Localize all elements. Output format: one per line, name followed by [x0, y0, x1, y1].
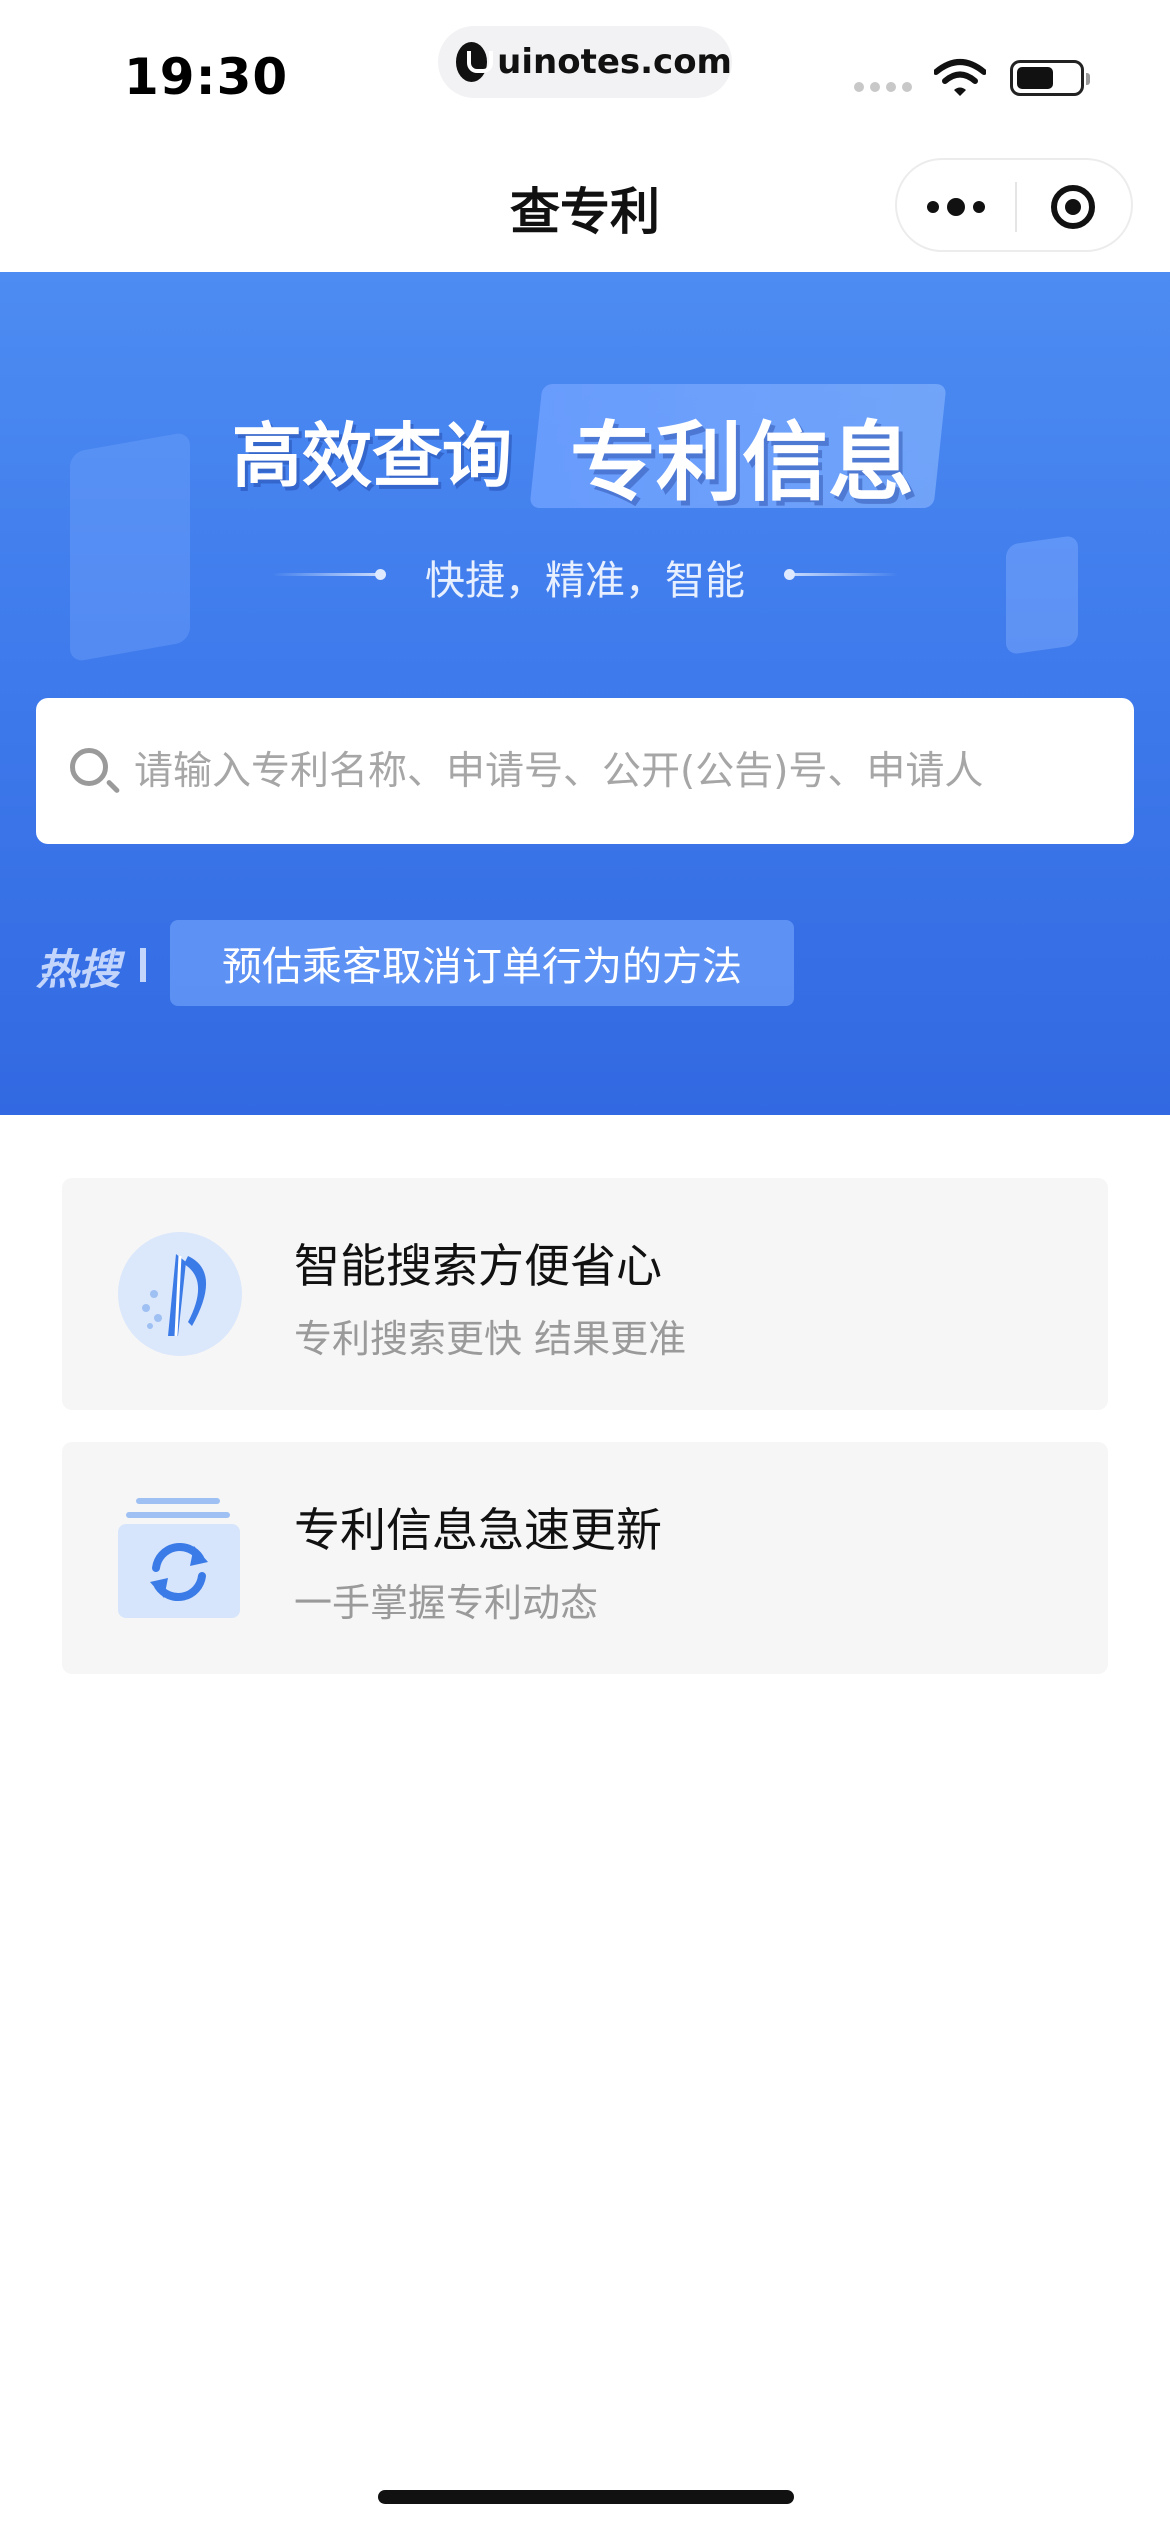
hero-title-right: 专利信息	[570, 413, 914, 513]
search-box[interactable]	[36, 698, 1134, 844]
feature-card-smart-search[interactable]: 智能搜索方便省心 专利搜索更快 结果更准	[62, 1178, 1108, 1410]
feature-title: 智能搜索方便省心	[294, 1239, 662, 1293]
feature-subtitle: 一手掌握专利动态	[294, 1581, 599, 1625]
wifi-icon	[934, 59, 986, 96]
url-pill: uinotes.com	[438, 26, 732, 98]
hero-banner: 高效查询 专利信息 快捷，精准，智能 热搜 预估乘客取消订单行为的方法	[0, 272, 1170, 1115]
search-icon	[70, 748, 108, 786]
battery-icon	[1010, 60, 1090, 96]
cellular-signal-icon	[854, 82, 912, 92]
search-input[interactable]	[134, 698, 1114, 844]
status-time: 19:30	[124, 48, 289, 106]
feature-subtitle: 专利搜索更快 结果更准	[294, 1317, 687, 1361]
url-text: uinotes.com	[497, 42, 732, 82]
more-dots-icon[interactable]	[927, 198, 985, 216]
patent-logo-icon	[118, 1232, 242, 1356]
capsule-divider	[1015, 182, 1017, 232]
hot-search-tag[interactable]: 预估乘客取消订单行为的方法	[170, 920, 794, 1006]
refresh-icon	[118, 1496, 242, 1620]
hero-tagline: 快捷，精准，智能	[425, 558, 745, 604]
status-bar: 19:30 uinotes.com	[0, 0, 1170, 130]
hot-search-divider	[140, 948, 146, 982]
tagline-decor-right	[784, 569, 898, 580]
hero-title-left: 高效查询	[232, 415, 512, 497]
hot-search-label: 热搜	[36, 945, 121, 994]
home-indicator[interactable]	[378, 2490, 794, 2504]
site-logo-icon	[456, 42, 494, 82]
feature-card-fast-update[interactable]: 专利信息急速更新 一手掌握专利动态	[62, 1442, 1108, 1674]
feature-title: 专利信息急速更新	[294, 1503, 662, 1557]
decorative-document-icon	[70, 431, 190, 663]
close-target-icon[interactable]	[1051, 185, 1095, 229]
mini-program-capsule	[895, 158, 1133, 252]
